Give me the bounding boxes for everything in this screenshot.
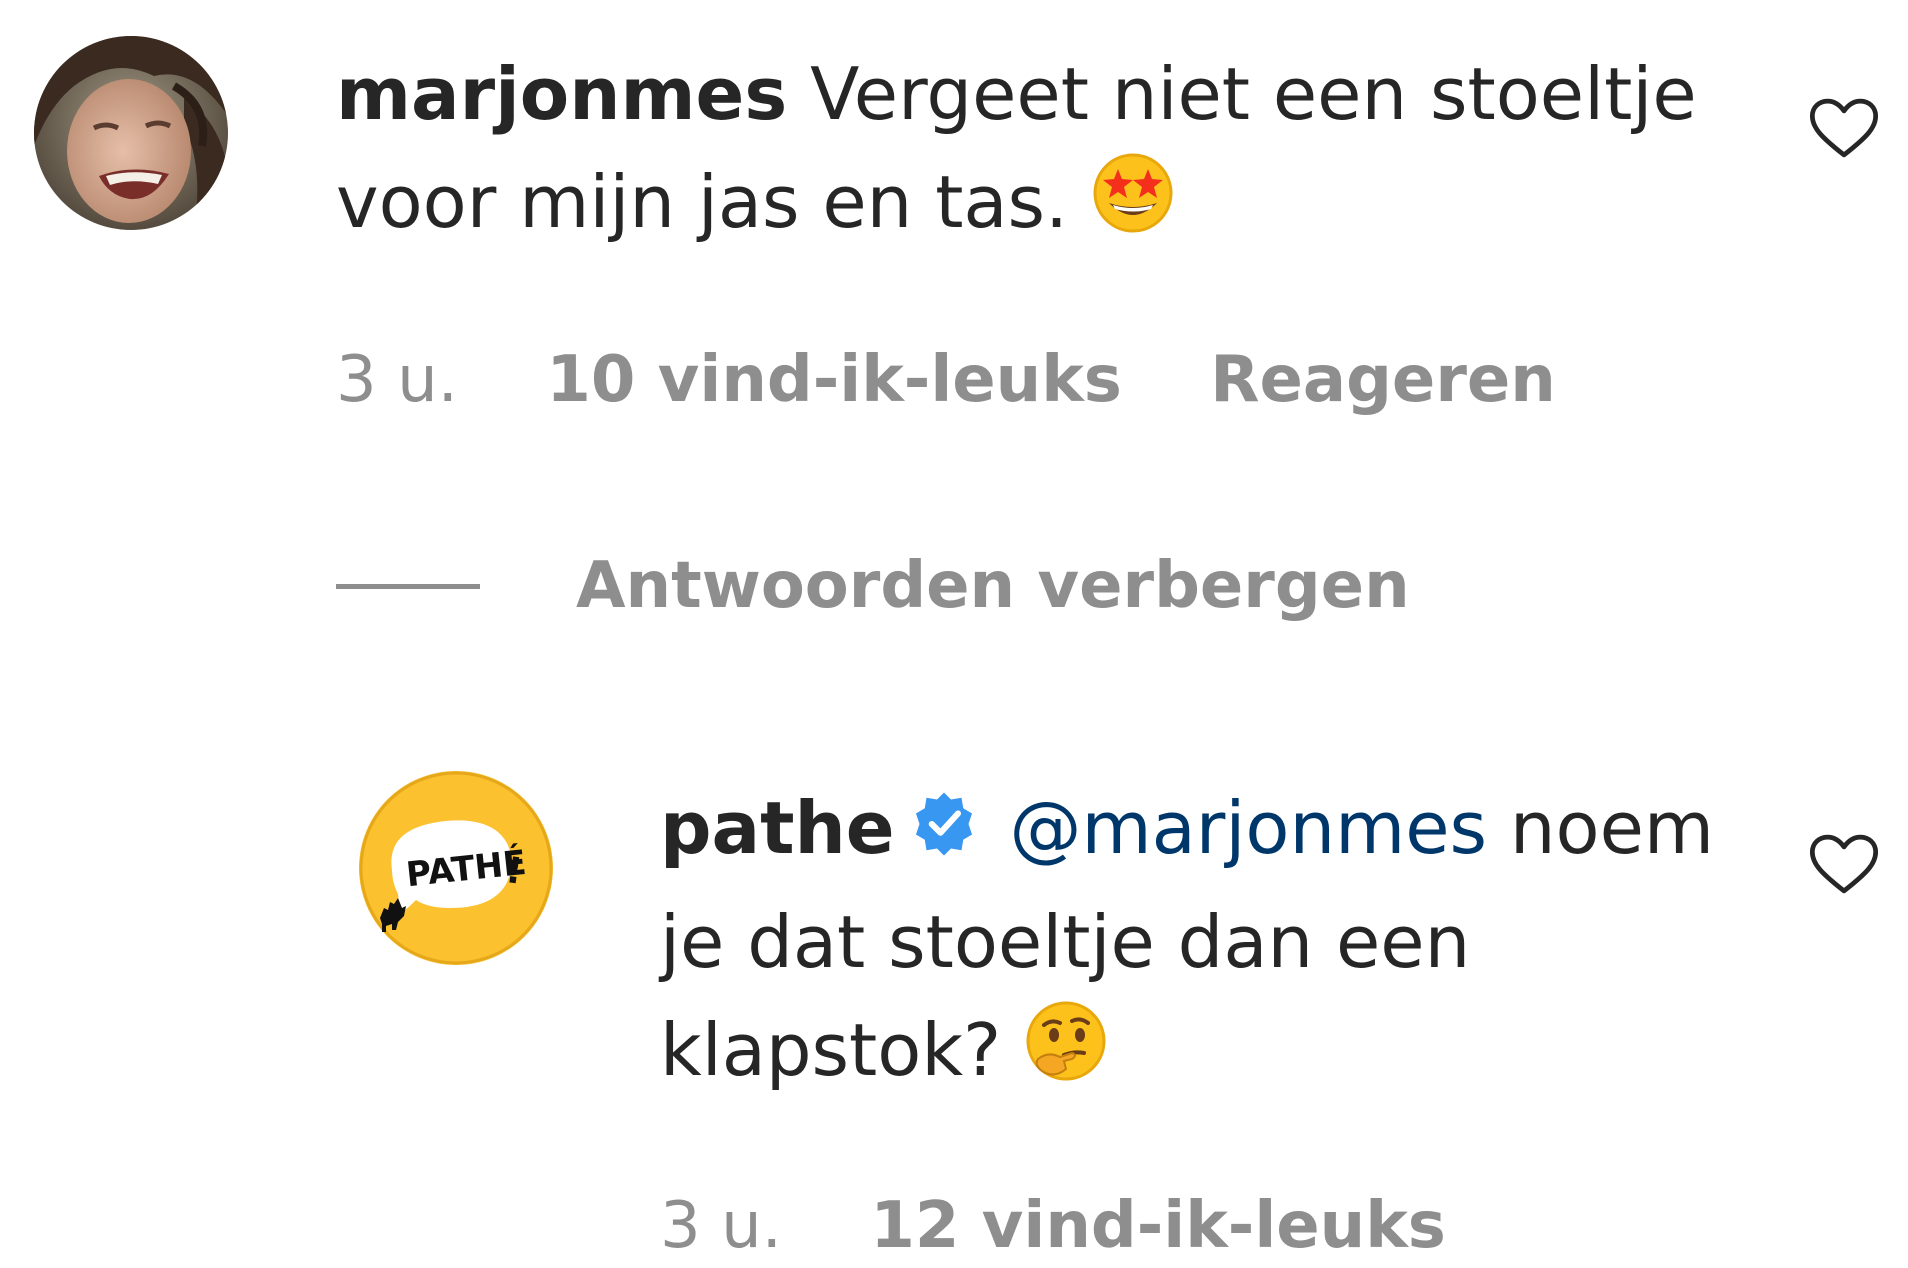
reply-username[interactable]: pathe <box>660 786 895 870</box>
verified-badge-icon <box>909 780 979 888</box>
star-struck-icon <box>1091 151 1175 264</box>
comment-username[interactable]: marjonmes <box>336 52 787 136</box>
comment-body: marjonmes Vergeet niet een stoeltje voor… <box>336 40 1756 264</box>
comment-time: 3 u. <box>336 343 458 417</box>
reply-time: 3 u. <box>660 1189 782 1263</box>
thinking-face-icon <box>1024 999 1108 1112</box>
reply-button[interactable]: Reageren <box>1210 343 1556 417</box>
reply-body: pathe @marjonmes noem je dat stoeltje da… <box>660 774 1760 1112</box>
hide-replies-toggle[interactable]: Antwoorden verbergen <box>336 546 1410 626</box>
hide-replies-label: Antwoorden verbergen <box>576 549 1410 623</box>
replies-divider <box>336 583 480 589</box>
reply-like-heart-icon[interactable] <box>1806 826 1882 902</box>
pathe-logo-icon: PATHÉ ! <box>359 771 553 965</box>
avatar-marjonmes[interactable] <box>34 36 228 230</box>
reply-mention-link[interactable]: @marjonmes <box>1010 786 1488 870</box>
avatar-photo <box>34 36 228 230</box>
avatar-pathe[interactable]: PATHÉ ! <box>358 770 554 966</box>
like-heart-icon[interactable] <box>1806 90 1882 166</box>
reply-meta: 3 u. 12 vind-ik-leuks <box>660 1186 1446 1266</box>
reply-likes[interactable]: 12 vind-ik-leuks <box>870 1189 1446 1263</box>
comment-meta: 3 u. 10 vind-ik-leuks Reageren <box>336 340 1556 420</box>
comment-likes[interactable]: 10 vind-ik-leuks <box>546 343 1122 417</box>
